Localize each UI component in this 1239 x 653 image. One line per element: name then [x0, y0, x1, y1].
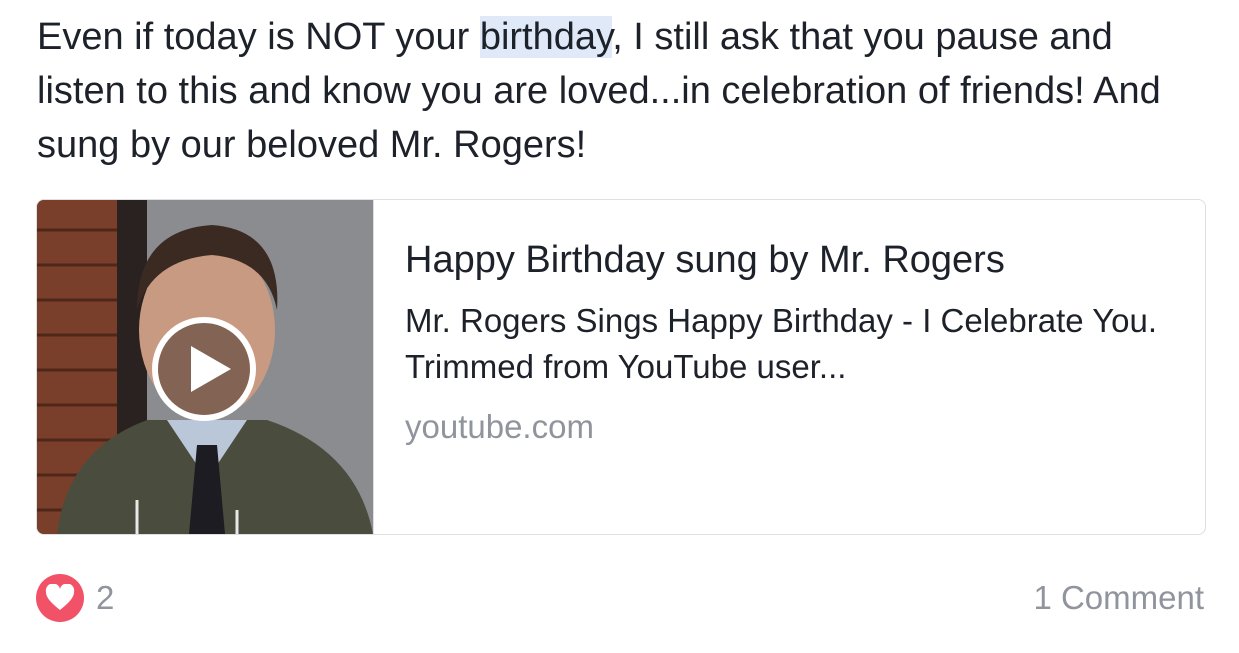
link-card-title[interactable]: Happy Birthday sung by Mr. Rogers [405, 236, 1205, 284]
link-card-description: Mr. Rogers Sings Happy Birthday - I Cele… [405, 302, 1158, 385]
comment-count-link[interactable]: 1 Comment [1033, 574, 1204, 622]
post-footer: 2 1 Comment [36, 574, 1204, 624]
reaction-count: 2 [96, 579, 115, 616]
link-card-info: Happy Birthday sung by Mr. Rogers Mr. Ro… [374, 200, 1205, 534]
play-icon[interactable] [151, 316, 257, 422]
reactions-summary[interactable]: 2 [36, 574, 114, 622]
heart-icon [36, 574, 84, 622]
post-text: Even if today is NOT your birthday, I st… [37, 10, 1207, 172]
link-preview-card[interactable]: Happy Birthday sung by Mr. Rogers Mr. Ro… [36, 199, 1206, 535]
post-text-before: Even if today is NOT your [37, 16, 480, 58]
video-thumbnail[interactable] [37, 200, 374, 534]
post-text-highlight[interactable]: birthday [479, 16, 613, 58]
link-card-domain: youtube.com [405, 408, 594, 445]
